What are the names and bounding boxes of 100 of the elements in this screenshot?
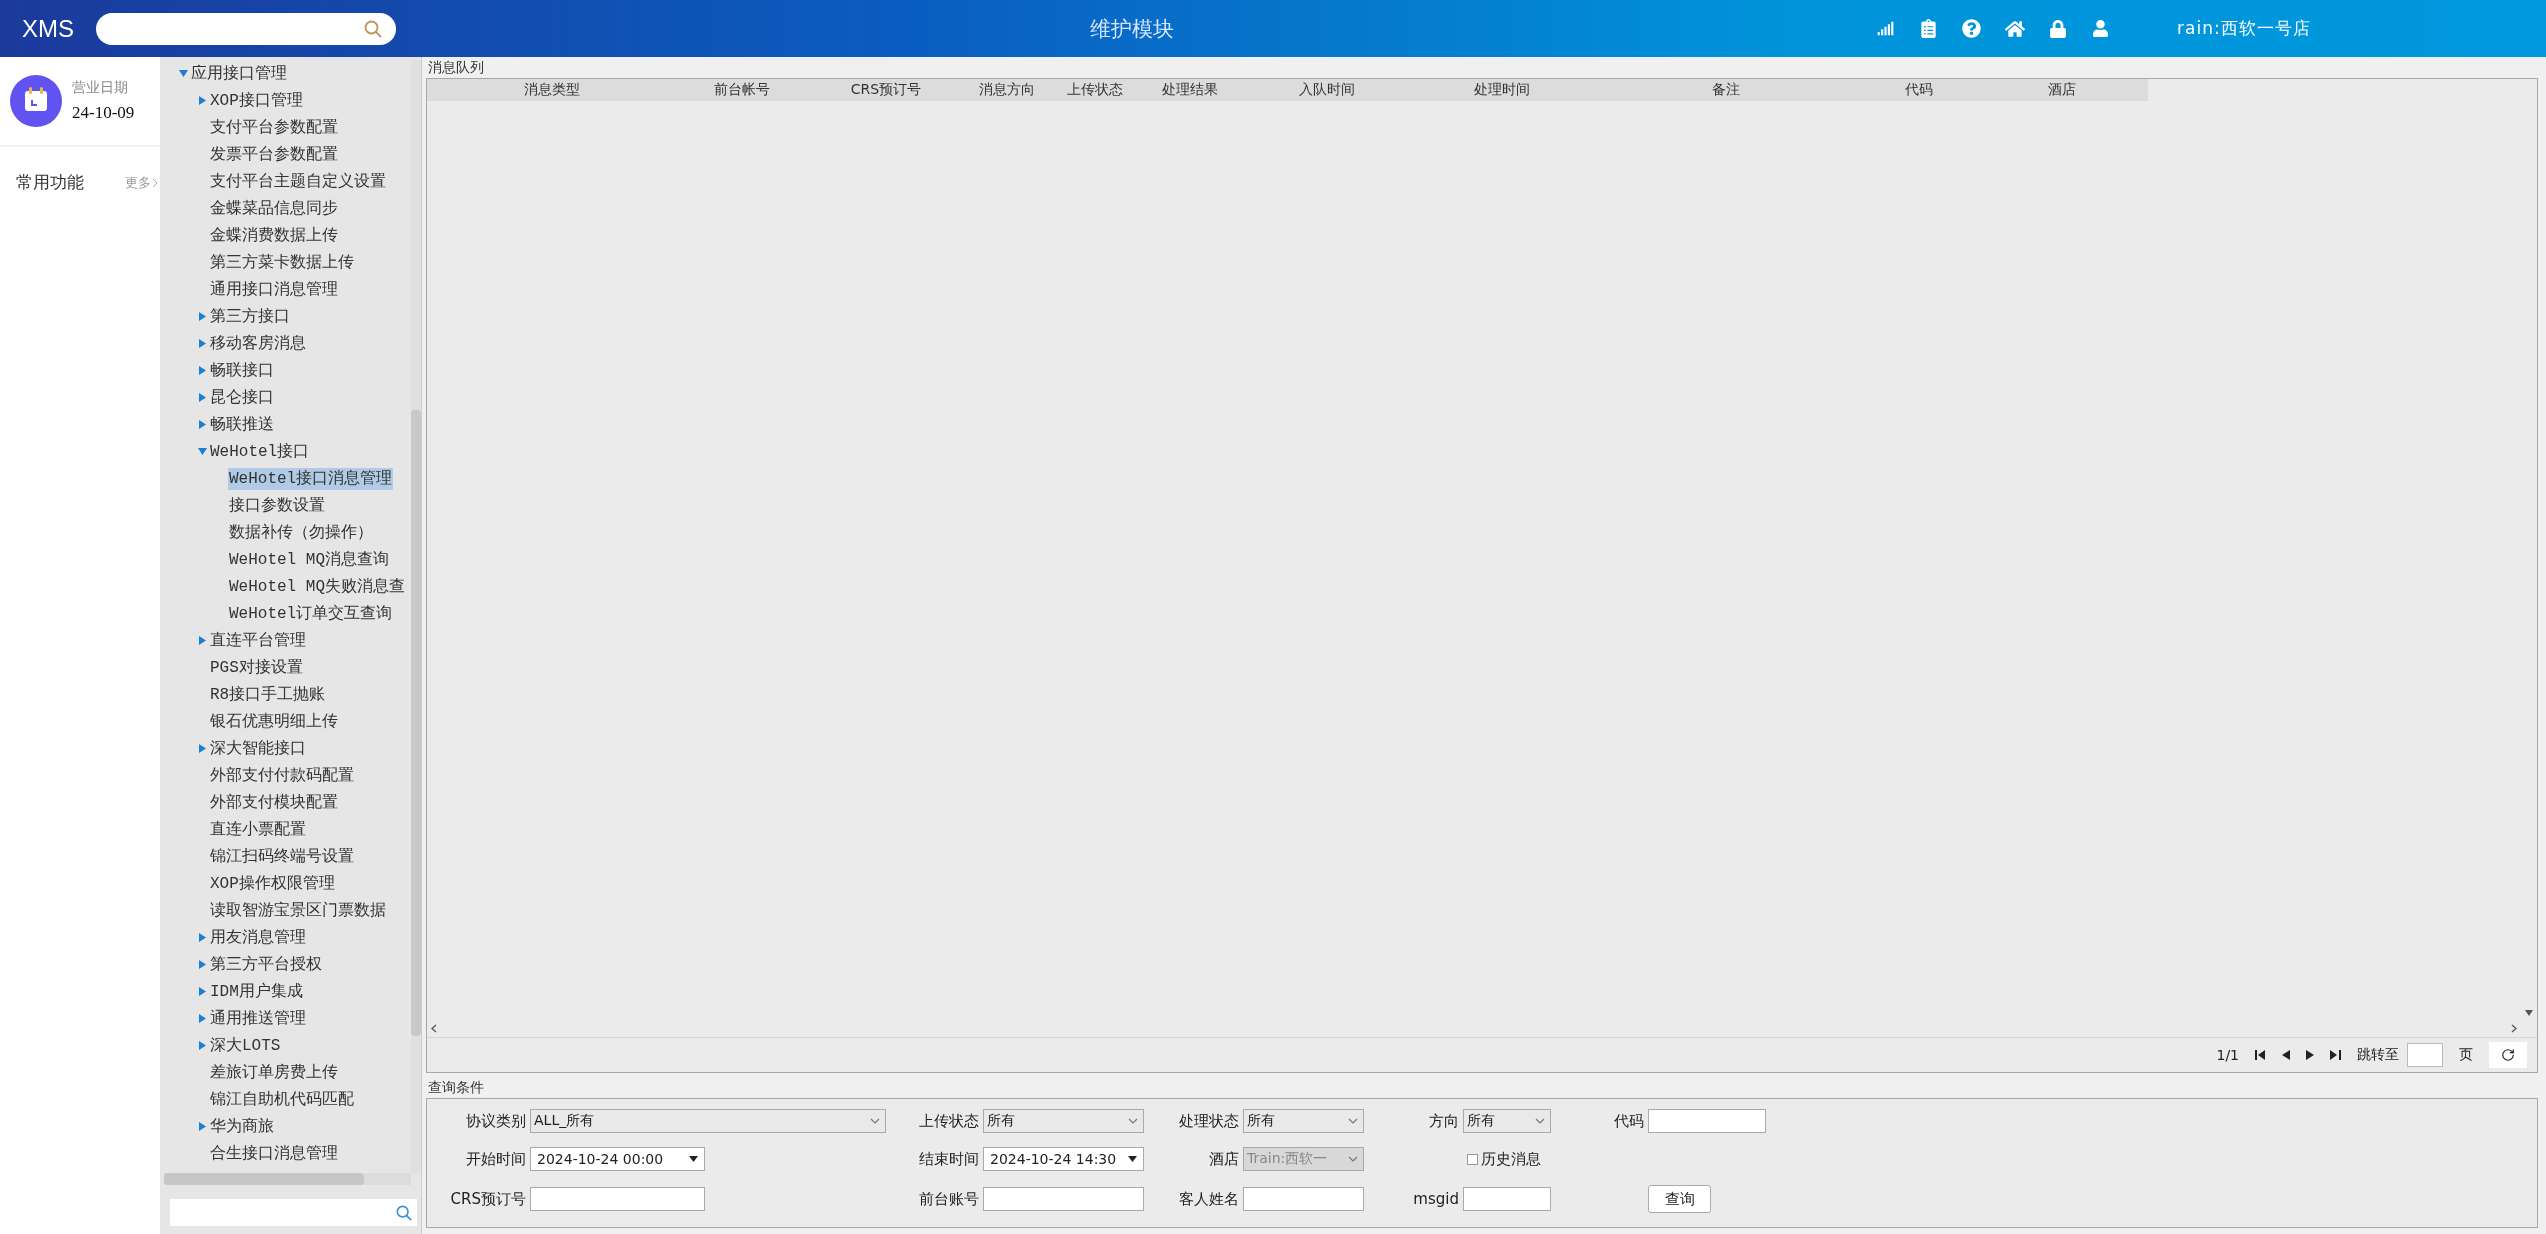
date-time-dropdown[interactable]: 2024-10-24 14:30 <box>983 1147 1144 1171</box>
tree-item[interactable]: WeHotel MQ失败消息查 <box>228 575 406 598</box>
scroll-left-icon[interactable] <box>431 1024 437 1033</box>
tree-item[interactable]: 深大LOTS <box>209 1034 282 1057</box>
last-page-button[interactable] <box>2330 1050 2341 1060</box>
tree-item[interactable]: 支付平台主题自定义设置 <box>209 170 387 193</box>
query-button[interactable]: 查询 <box>1648 1185 1711 1213</box>
tree-item[interactable]: 差旅订单房费上传 <box>209 1061 339 1084</box>
tree-item[interactable]: 应用接口管理 <box>190 62 288 85</box>
tree-item[interactable]: 用友消息管理 <box>209 926 307 949</box>
lock-icon[interactable] <box>2048 19 2067 38</box>
tree-item[interactable]: 通用接口消息管理 <box>209 278 339 301</box>
triangle-right-icon[interactable] <box>198 933 207 942</box>
tree-item[interactable]: PGS对接设置 <box>209 656 304 679</box>
date-time-dropdown[interactable]: 2024-10-24 00:00 <box>530 1147 705 1171</box>
tree-item[interactable]: 深大智能接口 <box>209 737 307 760</box>
triangle-right-icon[interactable] <box>198 1041 207 1050</box>
scroll-down-icon[interactable] <box>2525 1010 2533 1016</box>
tree-item[interactable]: 接口参数设置 <box>228 494 326 517</box>
tree-item[interactable]: 锦江扫码终端号设置 <box>209 845 355 868</box>
first-page-button[interactable] <box>2255 1050 2266 1060</box>
text-field[interactable] <box>1463 1187 1551 1211</box>
refresh-button[interactable] <box>2489 1042 2527 1068</box>
triangle-right-icon[interactable] <box>198 1014 207 1023</box>
tree-item[interactable]: 第三方平台授权 <box>209 953 323 976</box>
tree-item[interactable]: IDM用户集成 <box>209 980 304 1003</box>
text-field[interactable] <box>530 1187 705 1211</box>
user-icon[interactable] <box>2092 20 2109 37</box>
triangle-down-icon[interactable] <box>179 69 188 78</box>
column-header[interactable]: CRS预订号 <box>807 79 965 101</box>
tree-item[interactable]: 金蝶消费数据上传 <box>209 224 339 247</box>
clipboard-icon[interactable] <box>1919 19 1938 38</box>
tree-item[interactable]: 外部支付模块配置 <box>209 791 339 814</box>
search-field[interactable] <box>96 12 396 45</box>
dropdown[interactable]: 所有 <box>983 1109 1144 1133</box>
tree-item[interactable]: WeHotel接口消息管理 <box>228 467 394 490</box>
tree-item[interactable]: 数据补传（勿操作） <box>228 521 374 544</box>
column-header[interactable]: 前台帐号 <box>677 79 807 101</box>
tree-item[interactable]: 畅联接口 <box>209 359 275 382</box>
tree-item[interactable]: WeHotel MQ消息查询 <box>228 548 390 571</box>
tree-item[interactable]: 昆仑接口 <box>209 386 275 409</box>
triangle-right-icon[interactable] <box>198 1122 207 1131</box>
previous-page-button[interactable] <box>2282 1050 2290 1060</box>
triangle-right-icon[interactable] <box>198 393 207 402</box>
signal-icon[interactable] <box>1877 20 1894 37</box>
tree-item[interactable]: 外部支付付款码配置 <box>209 764 355 787</box>
page-field[interactable] <box>2407 1043 2443 1067</box>
home-icon[interactable] <box>2004 18 2025 39</box>
tree-item[interactable]: 支付平台参数配置 <box>209 116 339 139</box>
column-header[interactable]: 处理结果 <box>1140 79 1240 101</box>
tree-search-field[interactable] <box>170 1199 417 1226</box>
tree-item[interactable]: 金蝶菜品信息同步 <box>209 197 339 220</box>
tree-item[interactable]: 华为商旅 <box>209 1115 275 1138</box>
text-field[interactable] <box>1243 1187 1364 1211</box>
triangle-right-icon[interactable] <box>198 312 207 321</box>
triangle-right-icon[interactable] <box>198 960 207 969</box>
column-header[interactable]: 处理时间 <box>1414 79 1590 101</box>
tree-item[interactable]: 第三方接口 <box>209 305 291 328</box>
column-header[interactable]: 消息方向 <box>965 79 1049 101</box>
triangle-right-icon[interactable] <box>198 366 207 375</box>
tree-item[interactable]: XOP操作权限管理 <box>209 872 336 895</box>
column-header[interactable]: 消息类型 <box>427 79 677 101</box>
tree-item[interactable]: 合生接口消息管理 <box>209 1142 339 1165</box>
text-field[interactable] <box>983 1187 1144 1211</box>
tree-item[interactable]: 银石优惠明细上传 <box>209 710 339 733</box>
tree-item[interactable]: WeHotel订单交互查询 <box>228 602 394 625</box>
help-icon[interactable] <box>1962 19 1981 38</box>
scroll-right-icon[interactable] <box>2511 1024 2517 1033</box>
tree-item[interactable]: XOP接口管理 <box>209 89 304 112</box>
tree-item[interactable]: 锦江自助机代码匹配 <box>209 1088 355 1111</box>
tree-item[interactable]: 直连平台管理 <box>209 629 307 652</box>
column-header[interactable]: 酒店 <box>1976 79 2148 101</box>
column-header[interactable]: 入队时间 <box>1240 79 1414 101</box>
triangle-down-icon[interactable] <box>198 447 207 456</box>
triangle-right-icon[interactable] <box>198 636 207 645</box>
dropdown[interactable]: ALL_所有 <box>530 1109 886 1133</box>
tree-item[interactable]: 发票平台参数配置 <box>209 143 339 166</box>
triangle-right-icon[interactable] <box>198 987 207 996</box>
tree-item[interactable]: 畅联推送 <box>209 413 275 436</box>
tree-item[interactable]: 直连小票配置 <box>209 818 307 841</box>
triangle-right-icon[interactable] <box>198 420 207 429</box>
tree-item[interactable]: 第三方菜卡数据上传 <box>209 251 355 274</box>
tree-item[interactable]: WeHotel接口 <box>209 440 311 463</box>
triangle-right-icon[interactable] <box>198 744 207 753</box>
text-field[interactable] <box>1648 1109 1766 1133</box>
tree-item[interactable]: 移动客房消息 <box>209 332 307 355</box>
triangle-right-icon[interactable] <box>198 339 207 348</box>
column-header[interactable]: 上传状态 <box>1049 79 1140 101</box>
dropdown[interactable]: 所有 <box>1463 1109 1551 1133</box>
checkbox[interactable] <box>1467 1153 1478 1165</box>
next-page-button[interactable] <box>2306 1050 2314 1060</box>
column-header[interactable]: 备注 <box>1590 79 1862 101</box>
column-header[interactable]: 代码 <box>1862 79 1976 101</box>
scrollbar-thumb[interactable] <box>411 410 421 1036</box>
tree-item[interactable]: 通用推送管理 <box>209 1007 307 1030</box>
tree-item[interactable]: 读取智游宝景区门票数据 <box>209 899 387 922</box>
scrollbar-thumb[interactable] <box>164 1173 364 1185</box>
dropdown[interactable]: 所有 <box>1243 1109 1364 1133</box>
tree-item[interactable]: R8接口手工抛账 <box>209 683 327 706</box>
triangle-right-icon[interactable] <box>198 96 207 105</box>
